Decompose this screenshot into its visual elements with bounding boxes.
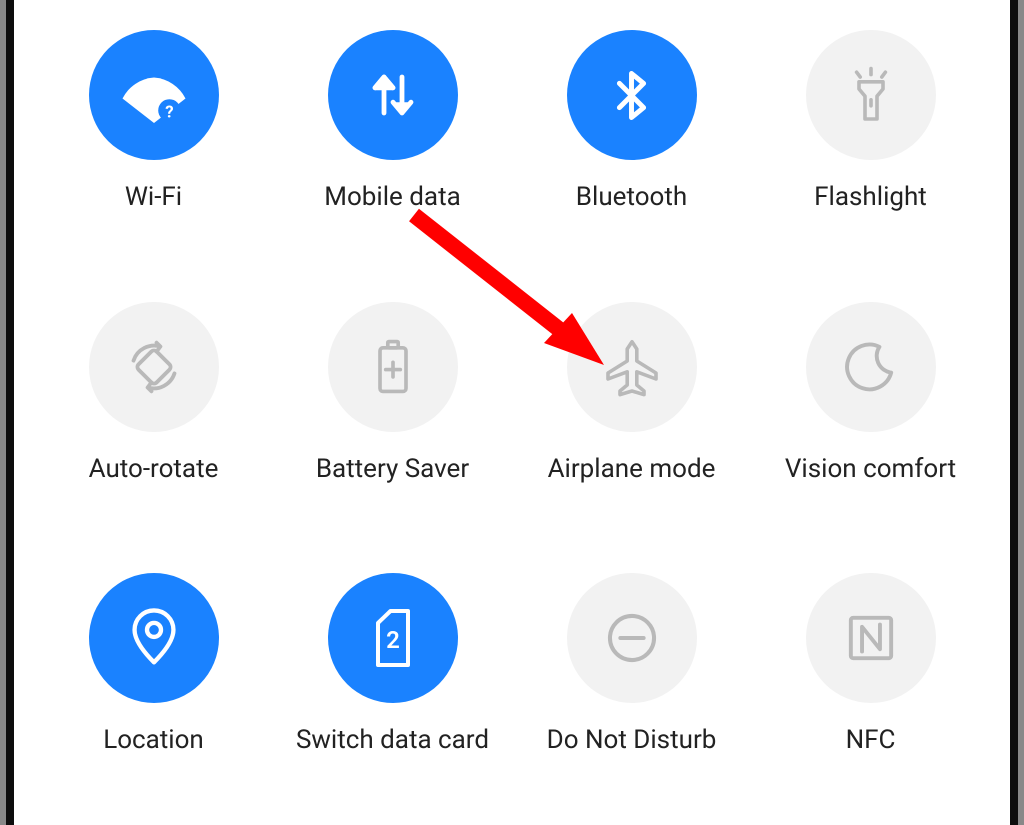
tile-flashlight-circle [806, 30, 936, 160]
flashlight-icon [841, 65, 901, 125]
tile-bluetooth-label: Bluetooth [576, 182, 687, 212]
tile-wifi-circle: ? [89, 30, 219, 160]
tile-location-label: Location [103, 725, 204, 755]
location-pin-icon [127, 607, 181, 669]
tile-do-not-disturb-label: Do Not Disturb [547, 725, 717, 755]
tile-airplane-mode[interactable]: Airplane mode [512, 302, 751, 534]
moon-icon [843, 339, 899, 395]
tile-battery-saver[interactable]: Battery Saver [273, 302, 512, 534]
quick-settings-grid: ? Wi-Fi Mobile data Bluetooth [14, 0, 1010, 825]
tile-auto-rotate-label: Auto-rotate [89, 454, 219, 484]
wifi-unknown-icon: ? [119, 60, 189, 130]
tile-mobile-data-label: Mobile data [324, 182, 460, 212]
tile-switch-data-card[interactable]: 2 Switch data card [273, 573, 512, 805]
auto-rotate-icon [122, 335, 186, 399]
tile-location[interactable]: Location [34, 573, 273, 805]
tile-flashlight-label: Flashlight [814, 182, 927, 212]
do-not-disturb-icon [603, 609, 661, 667]
tile-vision-comfort-label: Vision comfort [785, 454, 956, 484]
device-frame: ? Wi-Fi Mobile data Bluetooth [6, 0, 1018, 825]
tile-airplane-mode-circle [567, 302, 697, 432]
tile-airplane-mode-label: Airplane mode [548, 454, 716, 484]
bluetooth-icon [604, 68, 659, 123]
mobile-data-icon [363, 65, 423, 125]
tile-wifi[interactable]: ? Wi-Fi [34, 30, 273, 262]
tile-vision-comfort-circle [806, 302, 936, 432]
tile-nfc-circle [806, 573, 936, 703]
tile-wifi-label: Wi-Fi [125, 182, 182, 212]
tile-location-circle [89, 573, 219, 703]
tile-flashlight[interactable]: Flashlight [751, 30, 990, 262]
tile-battery-saver-circle [328, 302, 458, 432]
quick-settings-panel: ? Wi-Fi Mobile data Bluetooth [14, 0, 1010, 825]
tile-auto-rotate-circle [89, 302, 219, 432]
tile-battery-saver-label: Battery Saver [316, 454, 469, 484]
svg-text:2: 2 [386, 626, 400, 654]
svg-text:?: ? [165, 102, 173, 122]
tile-mobile-data-circle [328, 30, 458, 160]
tile-nfc-label: NFC [846, 725, 896, 755]
tile-switch-data-card-label: Switch data card [296, 725, 489, 755]
nfc-icon [843, 610, 899, 666]
airplane-icon [602, 337, 662, 397]
sim-card-2-icon: 2 [368, 608, 418, 668]
tile-bluetooth[interactable]: Bluetooth [512, 30, 751, 262]
tile-nfc[interactable]: NFC [751, 573, 990, 805]
tile-mobile-data[interactable]: Mobile data [273, 30, 512, 262]
tile-do-not-disturb-circle [567, 573, 697, 703]
battery-saver-icon [367, 337, 419, 397]
tile-do-not-disturb[interactable]: Do Not Disturb [512, 573, 751, 805]
tile-bluetooth-circle [567, 30, 697, 160]
tile-vision-comfort[interactable]: Vision comfort [751, 302, 990, 534]
tile-switch-data-card-circle: 2 [328, 573, 458, 703]
tile-auto-rotate[interactable]: Auto-rotate [34, 302, 273, 534]
